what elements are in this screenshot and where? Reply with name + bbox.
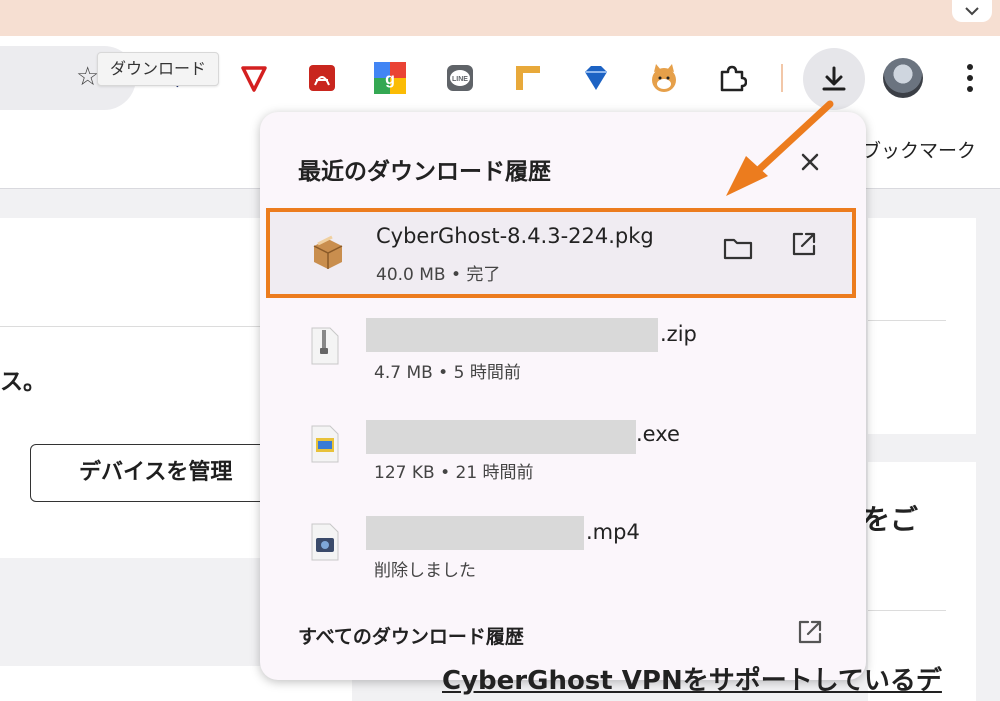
bookmarks-label[interactable]: ブックマーク <box>862 136 976 163</box>
chevron-down-icon[interactable] <box>952 0 992 22</box>
file-extension: .zip <box>660 322 697 346</box>
redacted-filename <box>366 516 584 550</box>
folder-icon[interactable] <box>722 232 754 264</box>
video-file-icon <box>306 520 342 564</box>
diamond-icon[interactable] <box>580 62 612 94</box>
file-meta: 127 KB • 21 時間前 <box>374 463 534 483</box>
page-heading: をご <box>862 503 919 536</box>
downloads-panel: 最近のダウンロード履歴 CyberGhost-8.4.3-224.pkg 40.… <box>260 112 866 680</box>
download-item[interactable]: .zip 4.7 MB • 5 時間前 <box>260 308 866 404</box>
close-icon[interactable] <box>796 148 824 176</box>
divider <box>868 610 946 611</box>
file-meta: 削除しました <box>374 561 476 581</box>
shield-extension-icon[interactable] <box>238 62 270 94</box>
google-icon[interactable]: g <box>374 62 406 94</box>
avatar[interactable] <box>883 58 923 98</box>
file-meta: 40.0 MB • 完了 <box>376 265 501 285</box>
devices-link[interactable]: CyberGhost VPNをサポートしているデ <box>442 660 942 697</box>
all-downloads-link[interactable]: すべてのダウンロード履歴 <box>298 622 524 649</box>
bookmark-star-icon[interactable]: ☆ <box>76 62 99 92</box>
open-external-icon[interactable] <box>788 228 820 260</box>
open-external-icon[interactable] <box>794 616 826 648</box>
file-name: CyberGhost-8.4.3-224.pkg <box>376 224 654 248</box>
file-meta: 4.7 MB • 5 時間前 <box>374 363 521 383</box>
svg-text:LINE: LINE <box>452 76 468 83</box>
puzzle-icon[interactable] <box>716 62 748 94</box>
zip-file-icon <box>306 324 342 368</box>
acrobat-icon[interactable] <box>306 62 338 94</box>
download-tooltip: ダウンロード <box>97 52 220 86</box>
redacted-filename <box>366 420 636 454</box>
file-extension: .mp4 <box>586 520 640 544</box>
top-strip <box>0 0 1000 36</box>
page-text: ス。 <box>0 369 46 395</box>
line-icon[interactable]: LINE <box>444 62 476 94</box>
right-card <box>868 218 976 434</box>
download-item[interactable]: .exe 127 KB • 21 時間前 <box>260 406 866 502</box>
panel-title: 最近のダウンロード履歴 <box>298 159 551 185</box>
divider <box>868 320 946 321</box>
toolbar-divider <box>781 64 783 92</box>
svg-text:g: g <box>385 71 395 88</box>
download-button[interactable] <box>803 48 865 110</box>
download-item[interactable]: .mp4 削除しました <box>260 504 866 600</box>
package-icon <box>310 230 346 274</box>
ruler-icon[interactable] <box>512 62 544 94</box>
exe-file-icon <box>306 422 342 466</box>
menu-kebab-icon[interactable] <box>962 62 978 94</box>
redacted-filename <box>366 318 658 352</box>
download-icon <box>822 66 846 91</box>
file-extension: .exe <box>636 422 680 446</box>
shiba-icon[interactable] <box>648 62 680 94</box>
download-item[interactable]: CyberGhost-8.4.3-224.pkg 40.0 MB • 完了 <box>266 208 856 298</box>
